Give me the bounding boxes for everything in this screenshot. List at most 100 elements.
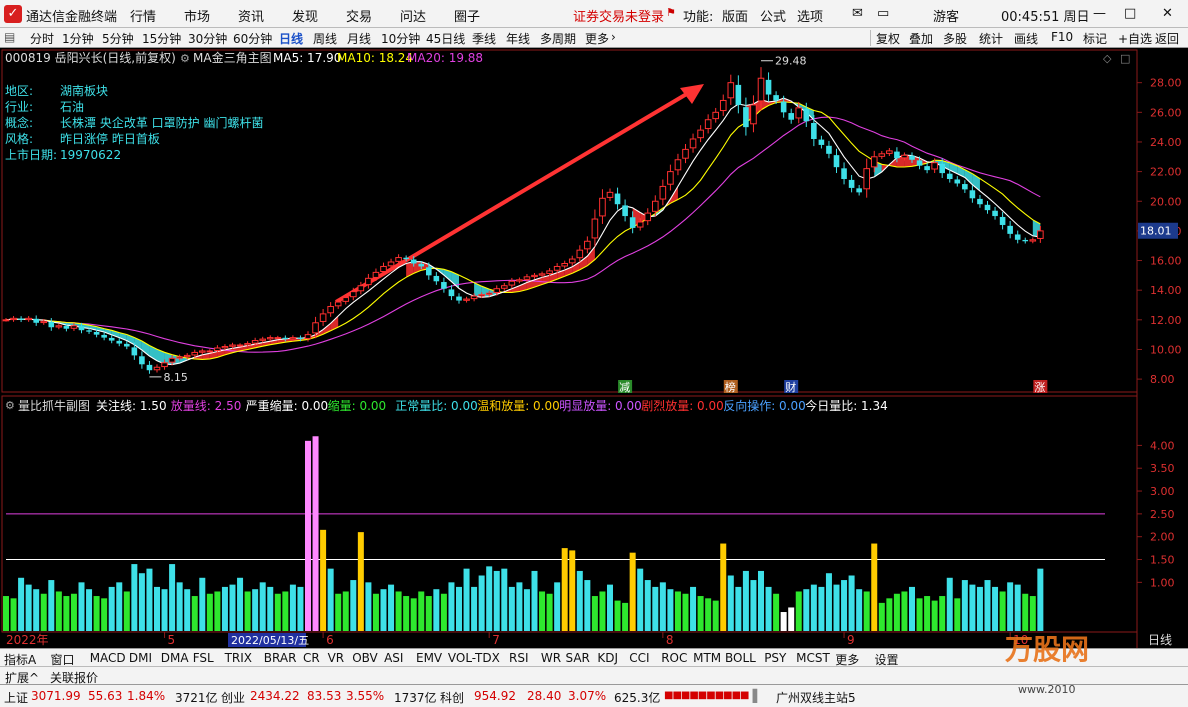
cy-value: 2434.22 [250,689,300,703]
ratio-bar [456,586,462,631]
candle-body-down [146,364,153,371]
period-more[interactable]: 更多 [585,30,609,47]
period-quarterly[interactable]: 季线 [472,30,496,47]
menu-formula[interactable]: 公式 [760,6,786,25]
period-multi[interactable]: 多周期 [540,30,576,47]
user-label[interactable]: 游客 [933,6,959,25]
ratio-bar [1022,593,1029,631]
close-icon[interactable]: ✕ [1162,6,1173,21]
ratio-bar [644,580,651,631]
indicator-tab-cr[interactable]: CR [303,651,320,665]
ratio-bar [992,586,999,631]
tool-mark[interactable]: 标记 [1083,30,1107,47]
diamond-icon[interactable]: ◇ [1103,52,1112,65]
candle-body-up [878,153,886,157]
ratio-bar [878,602,885,631]
indicator-tab-cci[interactable]: CCI [629,651,649,665]
indicator-tab-macd[interactable]: MACD [90,651,126,665]
period-weekly[interactable]: 周线 [313,30,337,47]
tool-f10[interactable]: F10 [1051,30,1073,44]
chevron-right-icon[interactable]: › [611,30,616,44]
ratio-tick-label: 3.00 [1150,485,1175,498]
ratio-bar [954,598,961,631]
period-10min[interactable]: 10分钟 [381,30,420,47]
indicator-tab-roc[interactable]: ROC [661,651,687,665]
sub-indicator-name[interactable]: 量比抓牛副图 [18,398,90,413]
ratio-bar [18,577,25,631]
period-yearly[interactable]: 年线 [506,30,530,47]
cy-label[interactable]: 创业 [221,689,245,706]
square-icon[interactable]: □ [1120,52,1130,65]
maximize-icon[interactable]: □ [1124,6,1136,21]
menu-layout[interactable]: 版面 [722,6,748,25]
ratio-bar [403,596,410,631]
candle-body-down [116,340,123,344]
indicator-tab-brar[interactable]: BRAR [264,651,297,665]
tool-multi-stock[interactable]: 多股 [943,30,967,47]
indicator-tab-sar[interactable]: SAR [566,651,590,665]
indicator-tab-voltdx[interactable]: VOL-TDX [448,651,500,665]
indicator-tab-fsl[interactable]: FSL [193,651,214,665]
panel-toggle-icon[interactable]: ▤ [4,30,15,44]
menu-hq[interactable]: 行情 [130,6,156,25]
menu-discover[interactable]: 发现 [292,6,318,25]
sub-settings-gear-icon[interactable]: ⚙ [5,399,15,412]
menu-ask[interactable]: 问达 [400,6,426,25]
kline-chart[interactable]: 000819 岳阳兴长(日线,前复权) ⚙ MA金三角主图 MA5: 17.90… [0,48,1188,648]
event-marker-label: 财 [785,380,796,394]
tool-draw[interactable]: 画线 [1014,30,1038,47]
indicator-tab-asi[interactable]: ASI [384,651,403,665]
sub-legend-item: 严重缩量: 0.00 [246,398,329,413]
indicator-tab-psy[interactable]: PSY [764,651,786,665]
menu-options[interactable]: 选项 [797,6,823,25]
menu-news[interactable]: 资讯 [238,6,264,25]
indicator-tab-mtm[interactable]: MTM [693,651,721,665]
period-monthly[interactable]: 月线 [347,30,371,47]
period-15min[interactable]: 15分钟 [142,30,181,47]
login-warning[interactable]: 证券交易未登录 [573,6,664,25]
period-60min[interactable]: 60分钟 [233,30,272,47]
ratio-tick-label: 4.00 [1150,439,1175,452]
minimize-tray-icon[interactable]: ▭ [877,6,889,21]
server-label[interactable]: 广州双线主站5 [776,689,856,706]
menu-market[interactable]: 市场 [184,6,210,25]
period-45day[interactable]: 45日线 [426,30,465,47]
kc-label[interactable]: 科创 [440,689,464,706]
indicator-tab-mcst[interactable]: MCST [796,651,830,665]
main-indicator-name[interactable]: MA金三角主图 [193,50,272,65]
indicator-tab-trix[interactable]: TRIX [225,651,252,665]
period-1min[interactable]: 1分钟 [62,30,94,47]
period-daily[interactable]: 日线 [279,30,303,47]
extension-bar: 扩展^ 关联报价 [0,666,1188,685]
candle-body-up [886,150,893,154]
tool-back[interactable]: 返回 [1155,30,1179,47]
tool-fuquan[interactable]: 复权 [876,30,900,47]
indicator-tab-obv[interactable]: OBV [352,651,378,665]
message-icon[interactable]: ✉ [852,6,863,21]
period-30min[interactable]: 30分钟 [188,30,227,47]
menu-trade[interactable]: 交易 [346,6,372,25]
indicator-tab-kdj[interactable]: KDJ [597,651,618,665]
ratio-bar [818,586,825,631]
period-5min[interactable]: 5分钟 [102,30,134,47]
indicator-tab-emv[interactable]: EMV [416,651,442,665]
tool-stats[interactable]: 统计 [979,30,1003,47]
price-tick-label: 8.00 [1150,373,1175,386]
period-fenshi[interactable]: 分时 [30,30,54,47]
minimize-icon[interactable]: — [1093,6,1106,21]
settings-gear-icon[interactable]: ⚙ [180,52,190,65]
ratio-bar [856,589,863,631]
candle-body-down [1014,234,1021,240]
kc-value: 954.92 [474,689,516,703]
menu-circle[interactable]: 圈子 [454,6,480,25]
indicator-tab-boll[interactable]: BOLL [725,651,756,665]
sh-label[interactable]: 上证 [4,689,28,706]
indicator-tab-wr[interactable]: WR [541,651,561,665]
indicator-tab-dma[interactable]: DMA [161,651,189,665]
ratio-bar [320,529,327,631]
indicator-tab-rsi[interactable]: RSI [509,651,529,665]
tool-add-watchlist[interactable]: +自选 [1118,30,1152,47]
indicator-tab-dmi[interactable]: DMI [129,651,152,665]
tool-overlay[interactable]: 叠加 [909,30,933,47]
indicator-tab-vr[interactable]: VR [328,651,345,665]
